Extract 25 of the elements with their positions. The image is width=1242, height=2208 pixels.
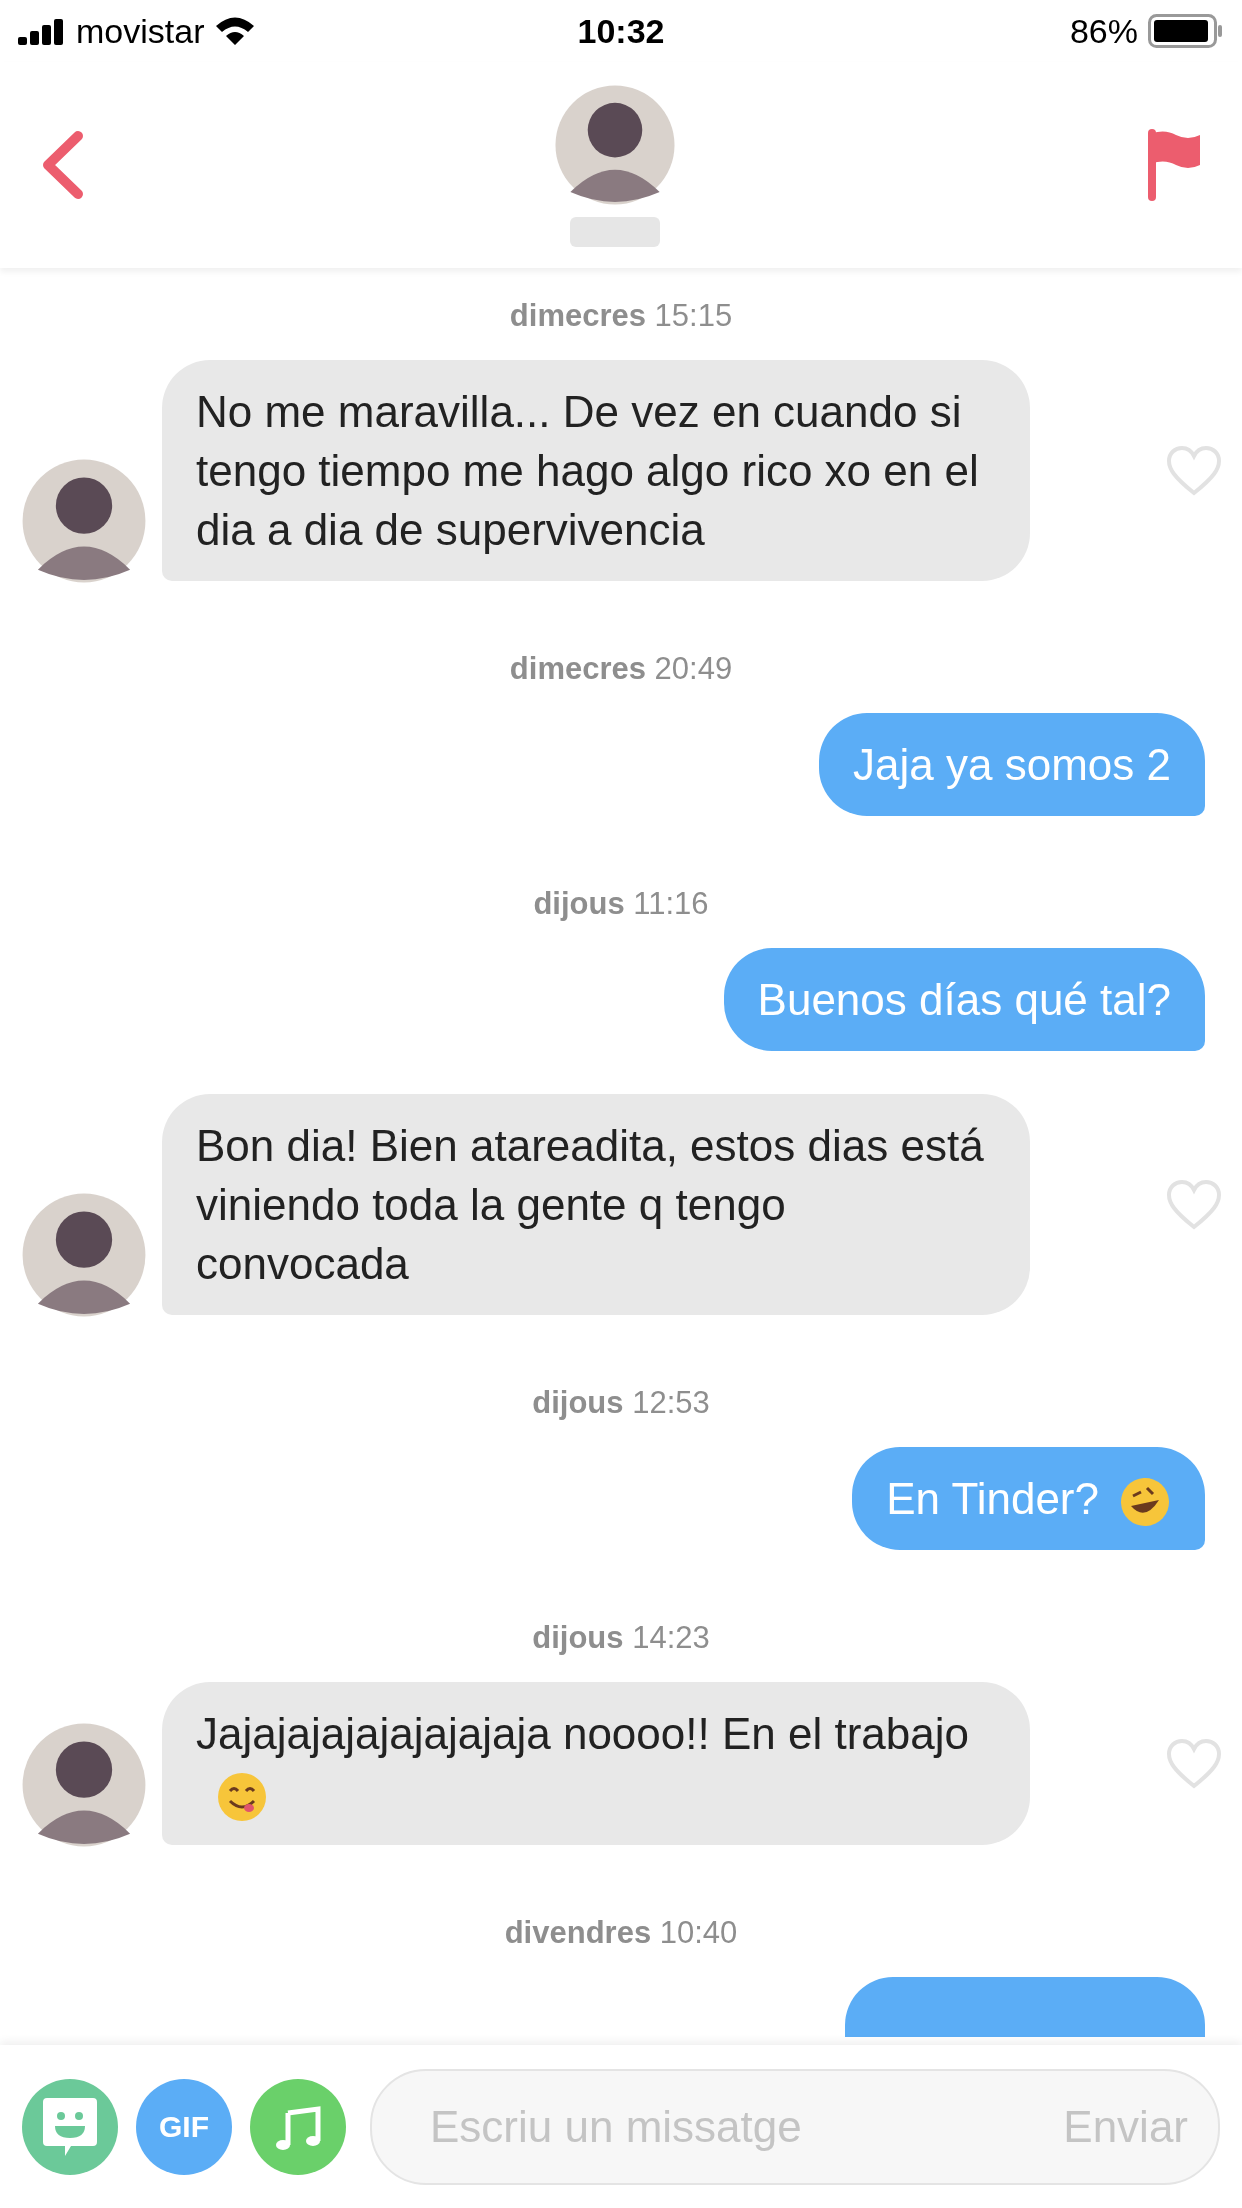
message-timestamp: divendres 10:40 [504, 1914, 738, 1951]
sticker-icon [41, 2095, 99, 2158]
clock-time: 10:32 [577, 11, 665, 51]
sent-message: En Tinder? [852, 1447, 1205, 1551]
sent-message: Jaja ya somos 2 [819, 713, 1205, 816]
signal-icon [18, 17, 66, 45]
report-flag-icon[interactable] [1146, 129, 1202, 201]
like-heart-icon[interactable] [1166, 1178, 1222, 1231]
battery-percent: 86% [1069, 11, 1138, 51]
message-timestamp: dijous 11:16 [533, 886, 709, 922]
wifi-icon [214, 15, 257, 47]
like-heart-icon[interactable] [1166, 1737, 1222, 1790]
received-message: No me maravilla... De vez en cuando si tengo tiempo me hago algo rico xo en el dia a dia de supervivencia [162, 360, 1030, 581]
carrier-name: movistar [76, 11, 205, 51]
message-timestamp: dimecres 15:15 [509, 298, 733, 334]
message-timestamp: dimecres 20:49 [509, 651, 733, 687]
gif-button[interactable]: GIF [136, 2078, 232, 2175]
sent-message: Buenos días qué tal? [723, 948, 1205, 1051]
like-heart-icon[interactable] [1166, 444, 1222, 497]
message-timestamp: dijous 12:53 [532, 1385, 710, 1421]
back-icon[interactable] [40, 130, 84, 200]
received-message: Bon dia! Bien atareadita, estos dias está viniendo toda la gente q tengo convocada [162, 1094, 1030, 1315]
received-message: Jajajajajajajajajaja noooo!! En el trabajo [162, 1682, 1030, 1845]
battery-icon [1148, 14, 1224, 48]
message-timestamp: dijous 14:23 [532, 1620, 710, 1657]
